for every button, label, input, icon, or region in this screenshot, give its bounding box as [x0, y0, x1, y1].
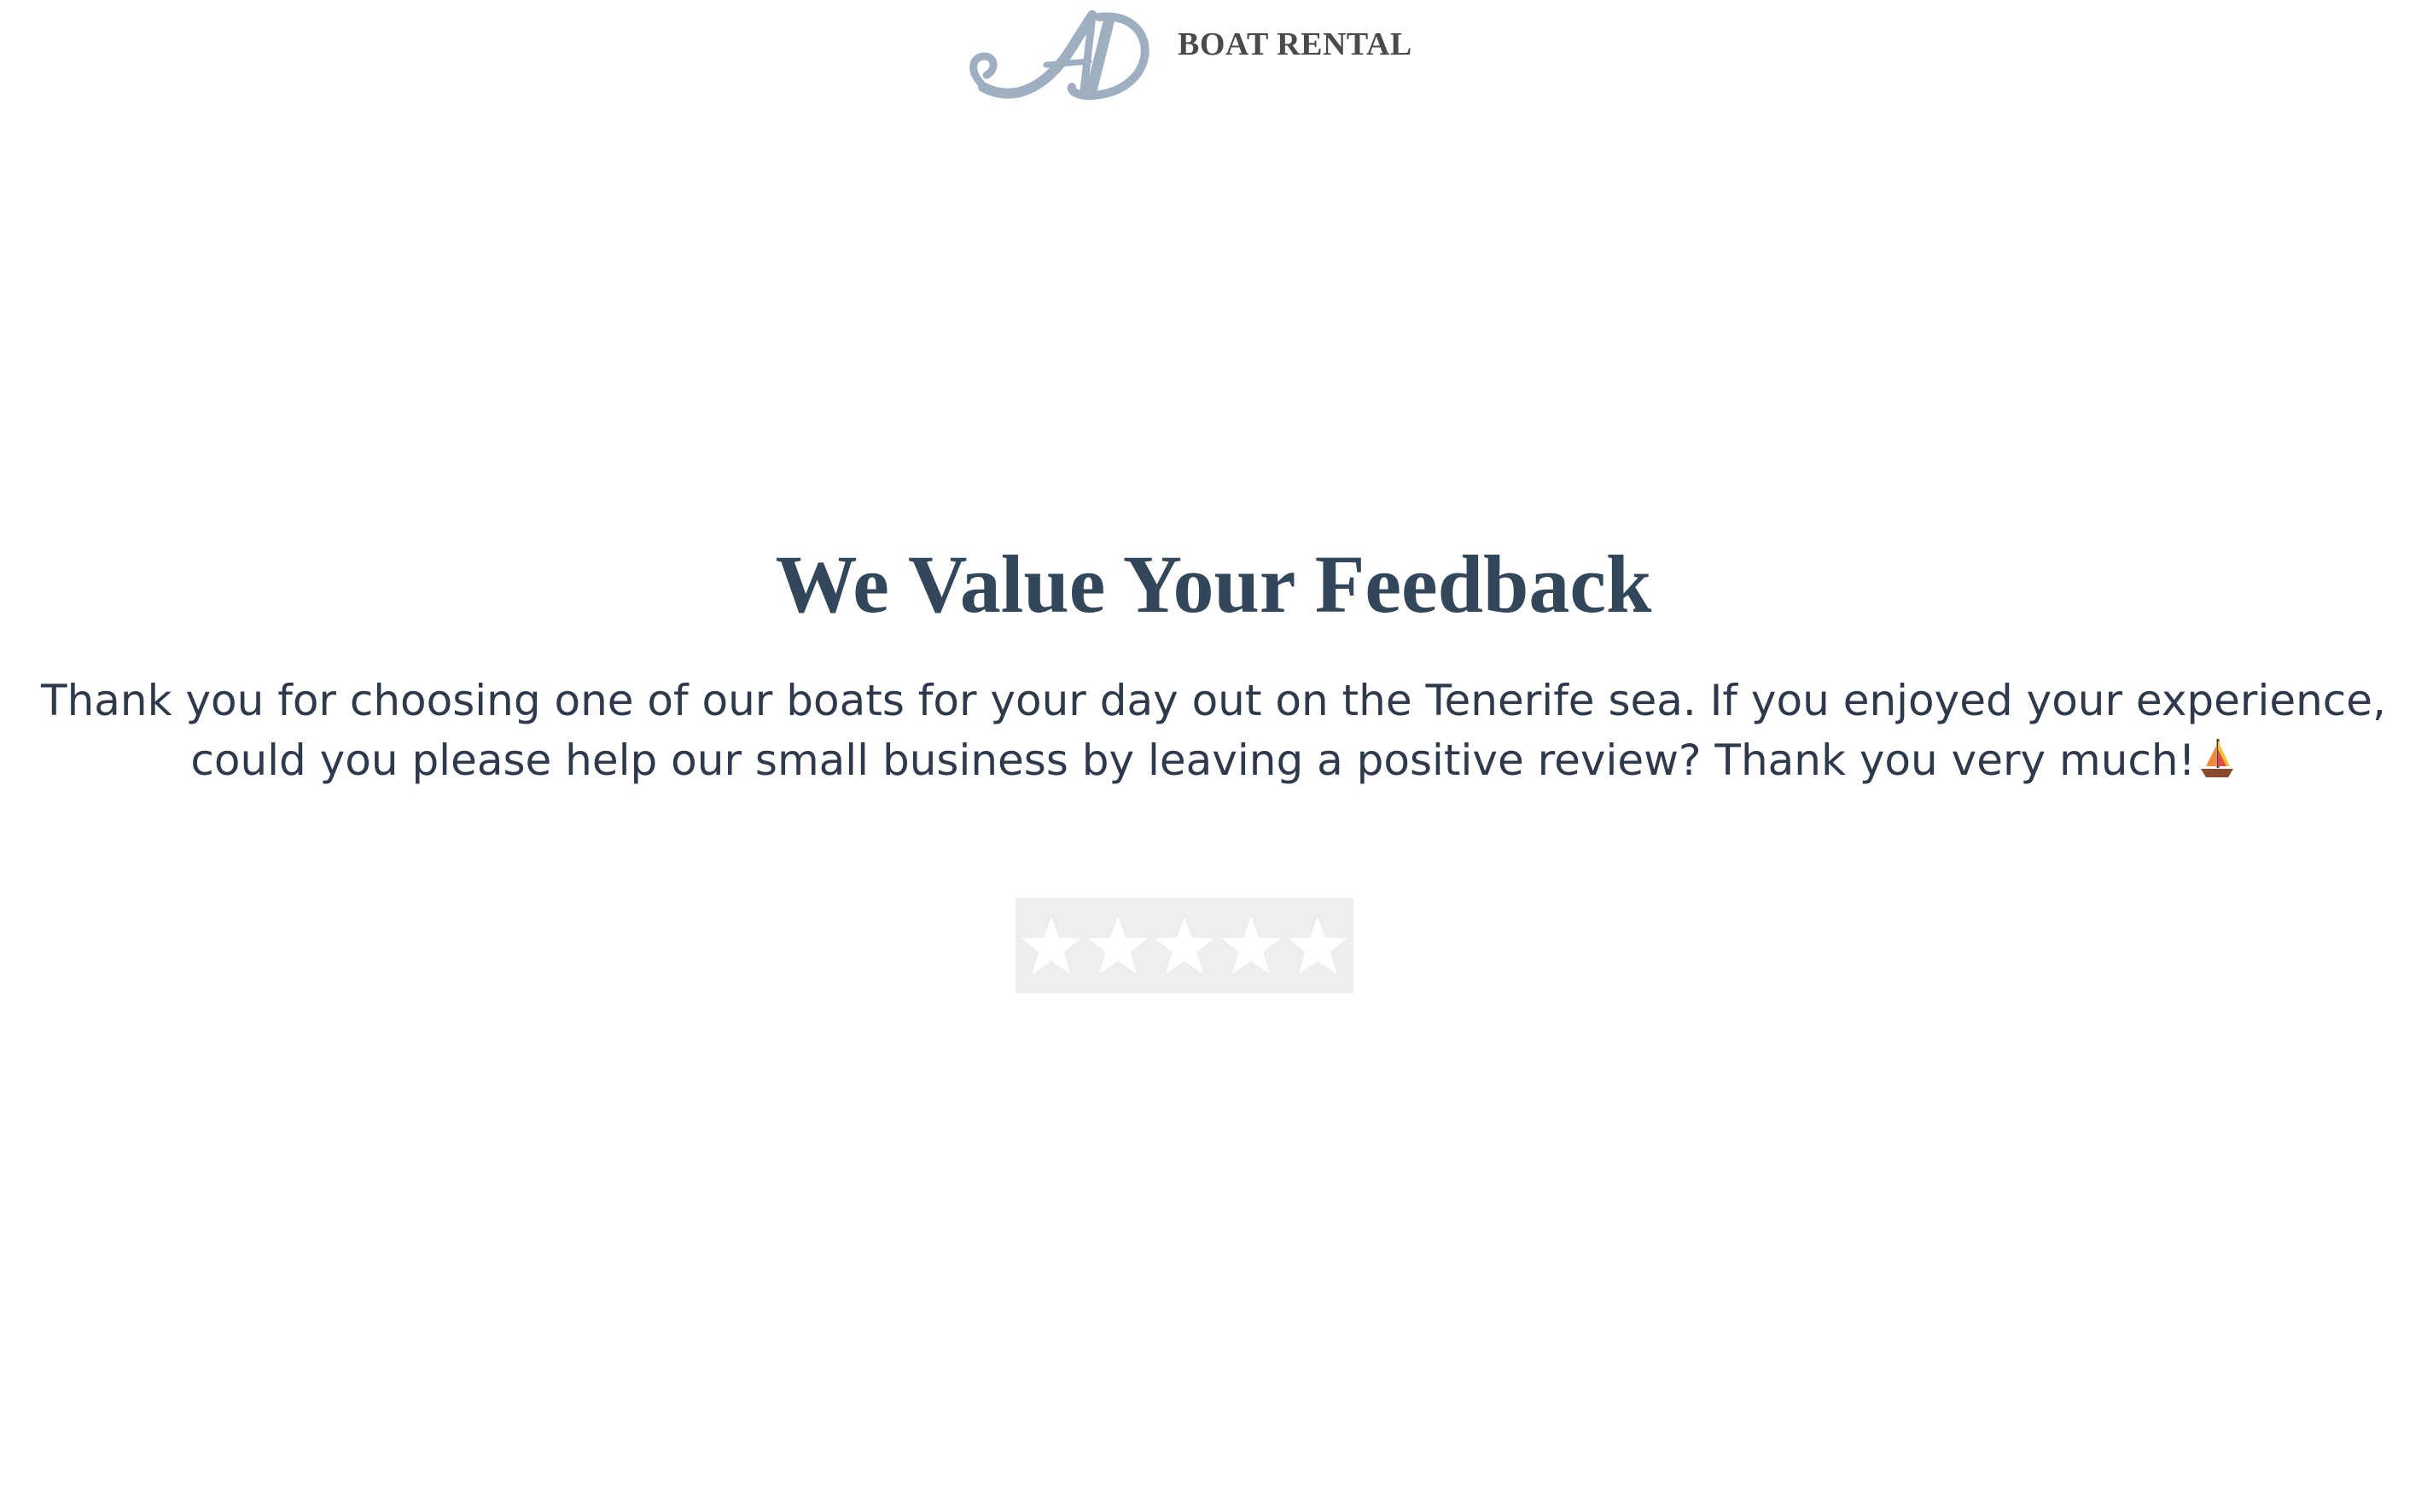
star-3-icon[interactable] — [1152, 913, 1217, 978]
feedback-section: We Value Your Feedback Thank you for cho… — [0, 529, 2427, 790]
ad-monogram-logo — [969, 10, 1149, 101]
page-title: We Value Your Feedback — [775, 538, 1652, 630]
star-rating — [1016, 898, 1353, 993]
feedback-message-line-1: Thank you for choosing one of our boats … — [41, 676, 2386, 725]
star-5-icon[interactable] — [1285, 913, 1350, 978]
feedback-message-line-2-text: could you please help our small business… — [190, 736, 2196, 785]
star-4-icon[interactable] — [1219, 913, 1283, 978]
star-2-icon[interactable] — [1085, 913, 1150, 978]
brand-name: BOAT RENTAL — [1178, 26, 1412, 62]
feedback-message: Thank you for choosing one of our boats … — [36, 671, 2391, 790]
feedback-message-line-2: could you please help our small business… — [36, 730, 2391, 790]
star-1-icon[interactable] — [1019, 913, 1084, 978]
site-header: BOAT RENTAL — [0, 0, 2427, 111]
brand-logo-link[interactable] — [964, 5, 1152, 104]
sailboat-icon — [2197, 737, 2237, 780]
